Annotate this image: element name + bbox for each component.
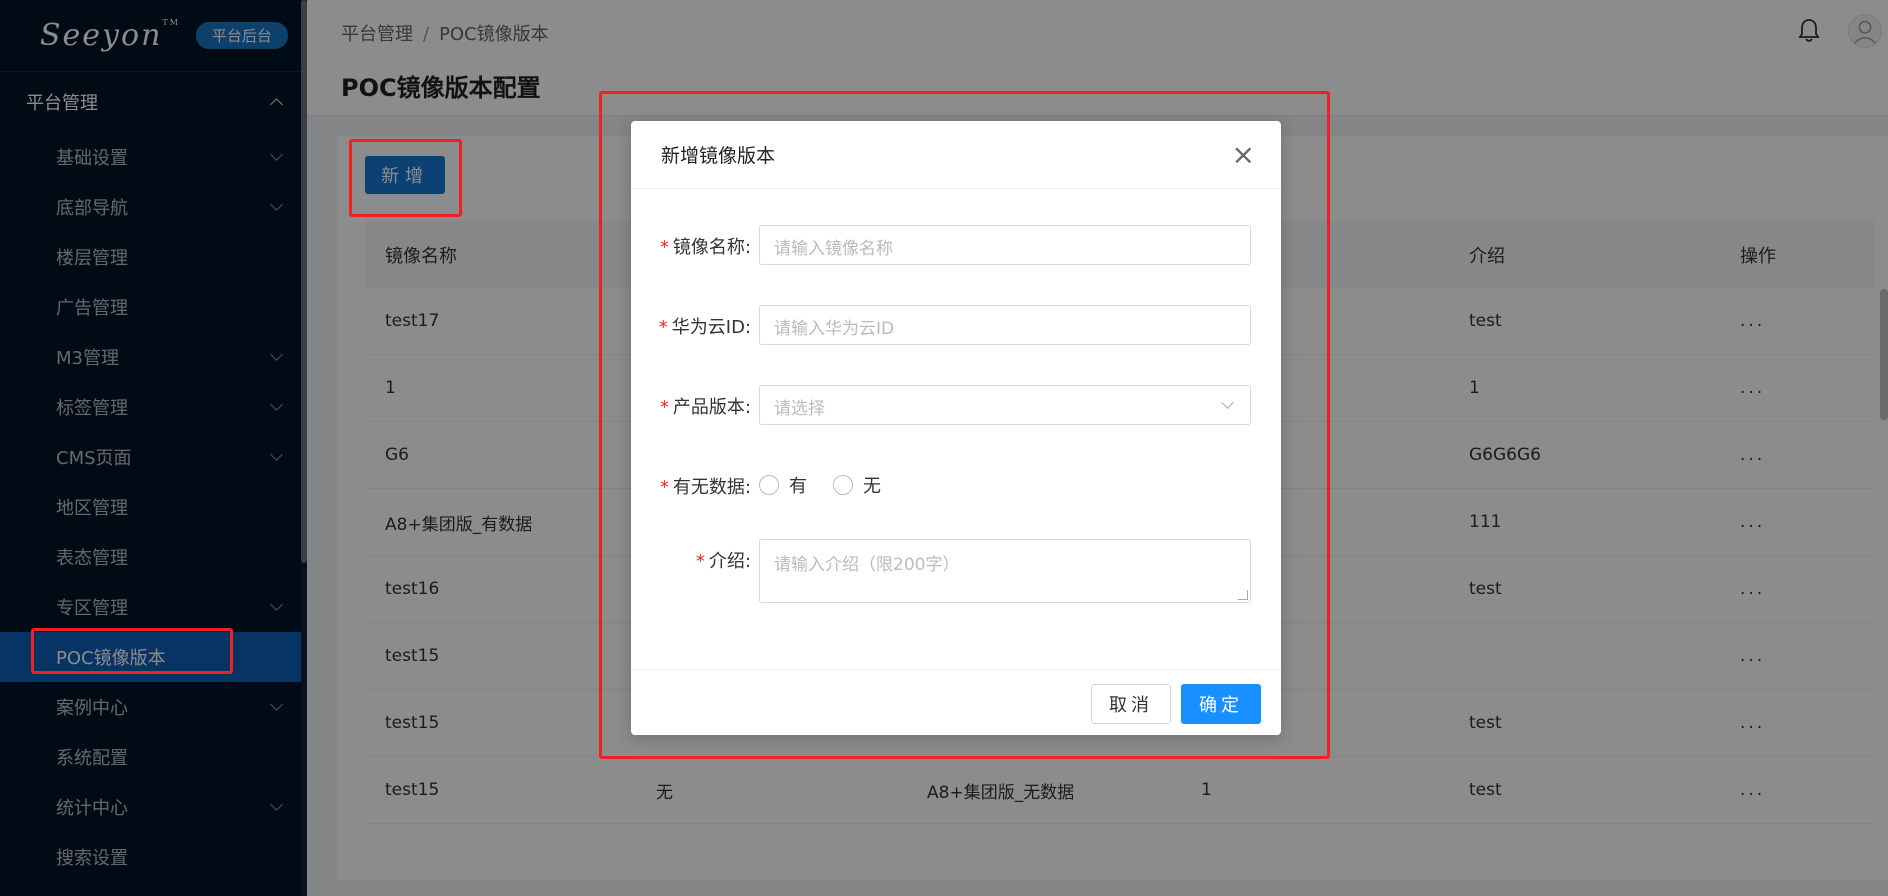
annotation-box-menu bbox=[31, 628, 233, 674]
annotation-box-dialog bbox=[599, 91, 1330, 759]
annotation-box-add bbox=[349, 139, 462, 217]
